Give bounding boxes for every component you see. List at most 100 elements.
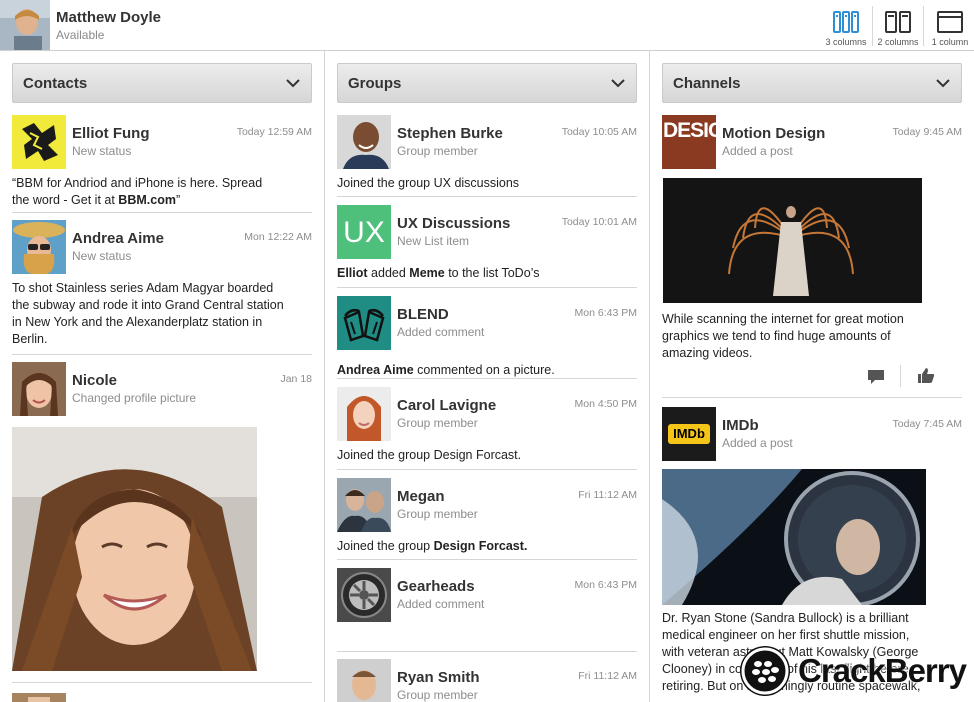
group-member-name: Ryan Smith: [397, 669, 480, 686]
contacts-column: Contacts Elliot Fung New status Today 12…: [0, 51, 324, 702]
divider: [337, 651, 637, 652]
activity-object[interactable]: Design Forcast.: [434, 539, 528, 553]
divider: [12, 354, 312, 355]
group-subtitle: Added comment: [397, 325, 485, 339]
contact-name: Nicole: [72, 372, 118, 389]
view-one-column-button[interactable]: 1 column: [926, 0, 974, 50]
timestamp: Jan 18: [280, 373, 312, 385]
group-name: BLEND: [397, 306, 449, 323]
groups-title: Groups: [348, 75, 402, 92]
channels-header[interactable]: Channels: [662, 63, 962, 103]
channel-avatar: IMDb: [662, 407, 716, 461]
list-item[interactable]: [12, 692, 312, 702]
post-image[interactable]: [663, 178, 922, 303]
status-link[interactable]: BBM.com: [118, 193, 176, 207]
view-two-columns-button[interactable]: 2 columns: [874, 0, 922, 50]
chevron-down-icon[interactable]: [285, 77, 301, 89]
channel-name: IMDb: [722, 417, 759, 434]
group-member-name: Stephen Burke: [397, 125, 503, 142]
profile-avatar[interactable]: [0, 0, 50, 50]
activity-object[interactable]: Meme: [409, 266, 444, 280]
channel-name: Motion Design: [722, 125, 826, 142]
contact-subtitle: Changed profile picture: [72, 391, 197, 405]
timestamp: Fri 11:12 AM: [578, 489, 637, 501]
one-column-icon: [937, 11, 963, 33]
comment-icon[interactable]: [867, 369, 885, 385]
divider: [12, 682, 312, 683]
timestamp: Mon 4:50 PM: [574, 398, 637, 410]
view-two-columns-label: 2 columns: [877, 37, 919, 47]
action-separator: [900, 365, 901, 387]
list-item[interactable]: Ryan Smith Group member Fri 11:12 AM: [337, 659, 637, 702]
activity-text-part: added: [367, 266, 410, 280]
contact-avatar: [12, 220, 66, 274]
status-text: “BBM for Andriod and iPhone is here. Spr…: [12, 175, 282, 209]
group-subtitle: Group member: [397, 144, 478, 158]
timestamp: Today 12:59 AM: [236, 126, 312, 138]
group-subtitle: New List item: [397, 234, 470, 248]
profile-photo[interactable]: [12, 427, 257, 671]
view-three-columns-label: 3 columns: [825, 37, 867, 47]
list-item[interactable]: Carol Lavigne Group member Mon 4:50 PM J…: [337, 387, 637, 467]
beer-mugs-icon: [343, 308, 385, 342]
list-item[interactable]: UX UX Discussions New List item Today 10…: [337, 205, 637, 285]
contact-name: Andrea Aime: [72, 230, 164, 247]
post-image[interactable]: [662, 469, 926, 605]
activity-text: Joined the group Design Forcast.: [337, 448, 522, 462]
activity-text: Elliot added Meme to the list ToDo’s: [337, 265, 627, 282]
group-avatar: [337, 659, 391, 702]
view-separator: [872, 6, 873, 46]
view-one-column-label: 1 column: [931, 37, 969, 47]
list-item[interactable]: Megan Group member Fri 11:12 AM Joined t…: [337, 478, 637, 558]
group-avatar: [337, 568, 391, 622]
channels-column: Channels DESIG Motion Design Added a pos…: [650, 51, 974, 702]
profile-name[interactable]: Matthew Doyle: [56, 9, 161, 26]
activity-text-part: Joined the group: [337, 539, 434, 553]
chevron-down-icon[interactable]: [935, 77, 951, 89]
activity-text-part: commented on a picture.: [413, 363, 555, 377]
profile-status[interactable]: Available: [56, 28, 104, 42]
list-item[interactable]: Elliot Fung New status Today 12:59 AM “B…: [12, 115, 312, 211]
contact-avatar: [12, 692, 66, 702]
list-item[interactable]: Gearheads Added comment Mon 6:43 PM: [337, 568, 637, 648]
two-columns-icon: [885, 11, 911, 33]
list-item[interactable]: Nicole Changed profile picture Jan 18: [12, 362, 312, 682]
timestamp: Mon 6:43 PM: [574, 579, 637, 591]
divider: [337, 287, 637, 288]
crackberry-logo-icon: [740, 646, 790, 696]
status-text: To shot Stainless series Adam Magyar boa…: [12, 281, 284, 346]
group-subtitle: Group member: [397, 507, 478, 521]
activity-text-part: to the list ToDo’s: [444, 266, 540, 280]
group-name: UX Discussions: [397, 215, 511, 232]
channels-title: Channels: [673, 75, 741, 92]
contacts-header[interactable]: Contacts: [12, 63, 312, 103]
actor-name[interactable]: Elliot: [337, 266, 368, 280]
actor-name[interactable]: Andrea Aime: [337, 363, 414, 377]
group-member-name: Megan: [397, 488, 445, 505]
crackberry-wordmark: CrackBerry: [798, 652, 967, 689]
groups-header[interactable]: Groups: [337, 63, 637, 103]
activity-text: Andrea Aime commented on a picture.: [337, 362, 627, 379]
group-subtitle: Group member: [397, 688, 478, 702]
list-item[interactable]: Andrea Aime New status Mon 12:22 AM To s…: [12, 220, 312, 354]
timestamp: Fri 11:12 AM: [578, 670, 637, 682]
divider: [337, 559, 637, 560]
view-three-columns-button[interactable]: 3 columns: [821, 0, 871, 50]
activity-text: Joined the group Design Forcast.: [337, 538, 627, 555]
contact-name: Elliot Fung: [72, 125, 150, 142]
like-icon[interactable]: [917, 367, 935, 384]
crackberry-watermark: CrackBerry: [740, 644, 968, 696]
list-item[interactable]: DESIG Motion Design Added a post Today 9…: [662, 115, 962, 391]
group-avatar: UX: [337, 205, 391, 259]
timestamp: Today 9:45 AM: [892, 126, 962, 138]
contacts-title: Contacts: [23, 75, 88, 92]
list-item[interactable]: BLEND Added comment Mon 6:43 PM Andrea A…: [337, 296, 637, 379]
group-avatar: [337, 478, 391, 532]
contact-subtitle: New status: [72, 144, 132, 158]
wheel-icon: [337, 568, 391, 622]
chevron-down-icon[interactable]: [610, 77, 626, 89]
contact-avatar: [12, 115, 66, 169]
group-avatar: [337, 387, 391, 441]
list-item[interactable]: Stephen Burke Group member Today 10:05 A…: [337, 115, 637, 195]
group-name: Gearheads: [397, 578, 475, 595]
